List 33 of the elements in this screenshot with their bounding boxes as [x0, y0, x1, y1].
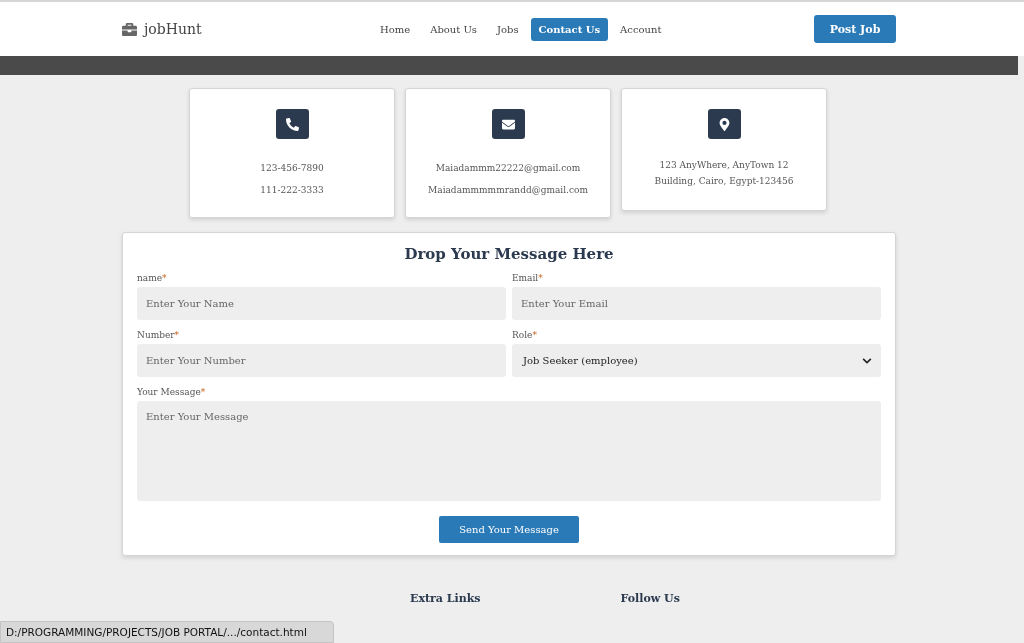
nav-link[interactable]: Home: [372, 17, 419, 41]
nav-link[interactable]: Jobs: [489, 17, 527, 41]
input-field[interactable]: Enter Your Email: [512, 287, 881, 320]
nav-link[interactable]: Account: [612, 17, 670, 41]
envelope-icon: [501, 117, 515, 131]
briefcase-icon: [122, 21, 137, 37]
brand-name[interactable]: jobHunt: [144, 21, 202, 37]
nav-link[interactable]: About Us: [422, 17, 485, 41]
phone-icon: [285, 117, 299, 131]
form-title: Drop Your Message Here: [403, 245, 615, 263]
input-field[interactable]: Enter Your Number: [137, 344, 506, 377]
contact-text: Building, Cairo, Egypt-123456: [654, 175, 794, 188]
footer-heading: Extra Links: [410, 592, 481, 605]
field-label: Number*: [137, 330, 181, 340]
post-job-button[interactable]: Post Job: [814, 15, 896, 43]
footer-heading: Follow Us: [620, 592, 680, 605]
map-pin-icon: [717, 117, 731, 131]
field-label: name*: [137, 273, 168, 283]
chevron-icon: [862, 355, 872, 366]
field-label: Your Message*: [137, 387, 207, 397]
contact-text: Maiadammmmmrandd@gmail.com: [428, 184, 588, 197]
message-field[interactable]: Enter Your Message: [137, 401, 881, 501]
nav-link[interactable]: Contact Us: [530, 17, 609, 41]
send-button[interactable]: Send Your Message: [439, 516, 579, 543]
contact-text: Maiadammm22222@gmail.com: [435, 162, 581, 175]
role-select[interactable]: Job Seeker (employee): [512, 344, 881, 377]
input-field[interactable]: Enter Your Name: [137, 287, 506, 320]
contact-text: 111-222-3333: [260, 184, 324, 197]
contact-text: 123 AnyWhere, AnyTown 12: [659, 159, 789, 172]
field-label: Role*: [512, 330, 538, 340]
field-label: Email*: [512, 273, 544, 283]
status-bar: D:/PROGRAMMING/PROJECTS/JOB PORTAL/.../contact.html: [0, 621, 334, 643]
contact-text: 123-456-7890: [260, 162, 324, 175]
